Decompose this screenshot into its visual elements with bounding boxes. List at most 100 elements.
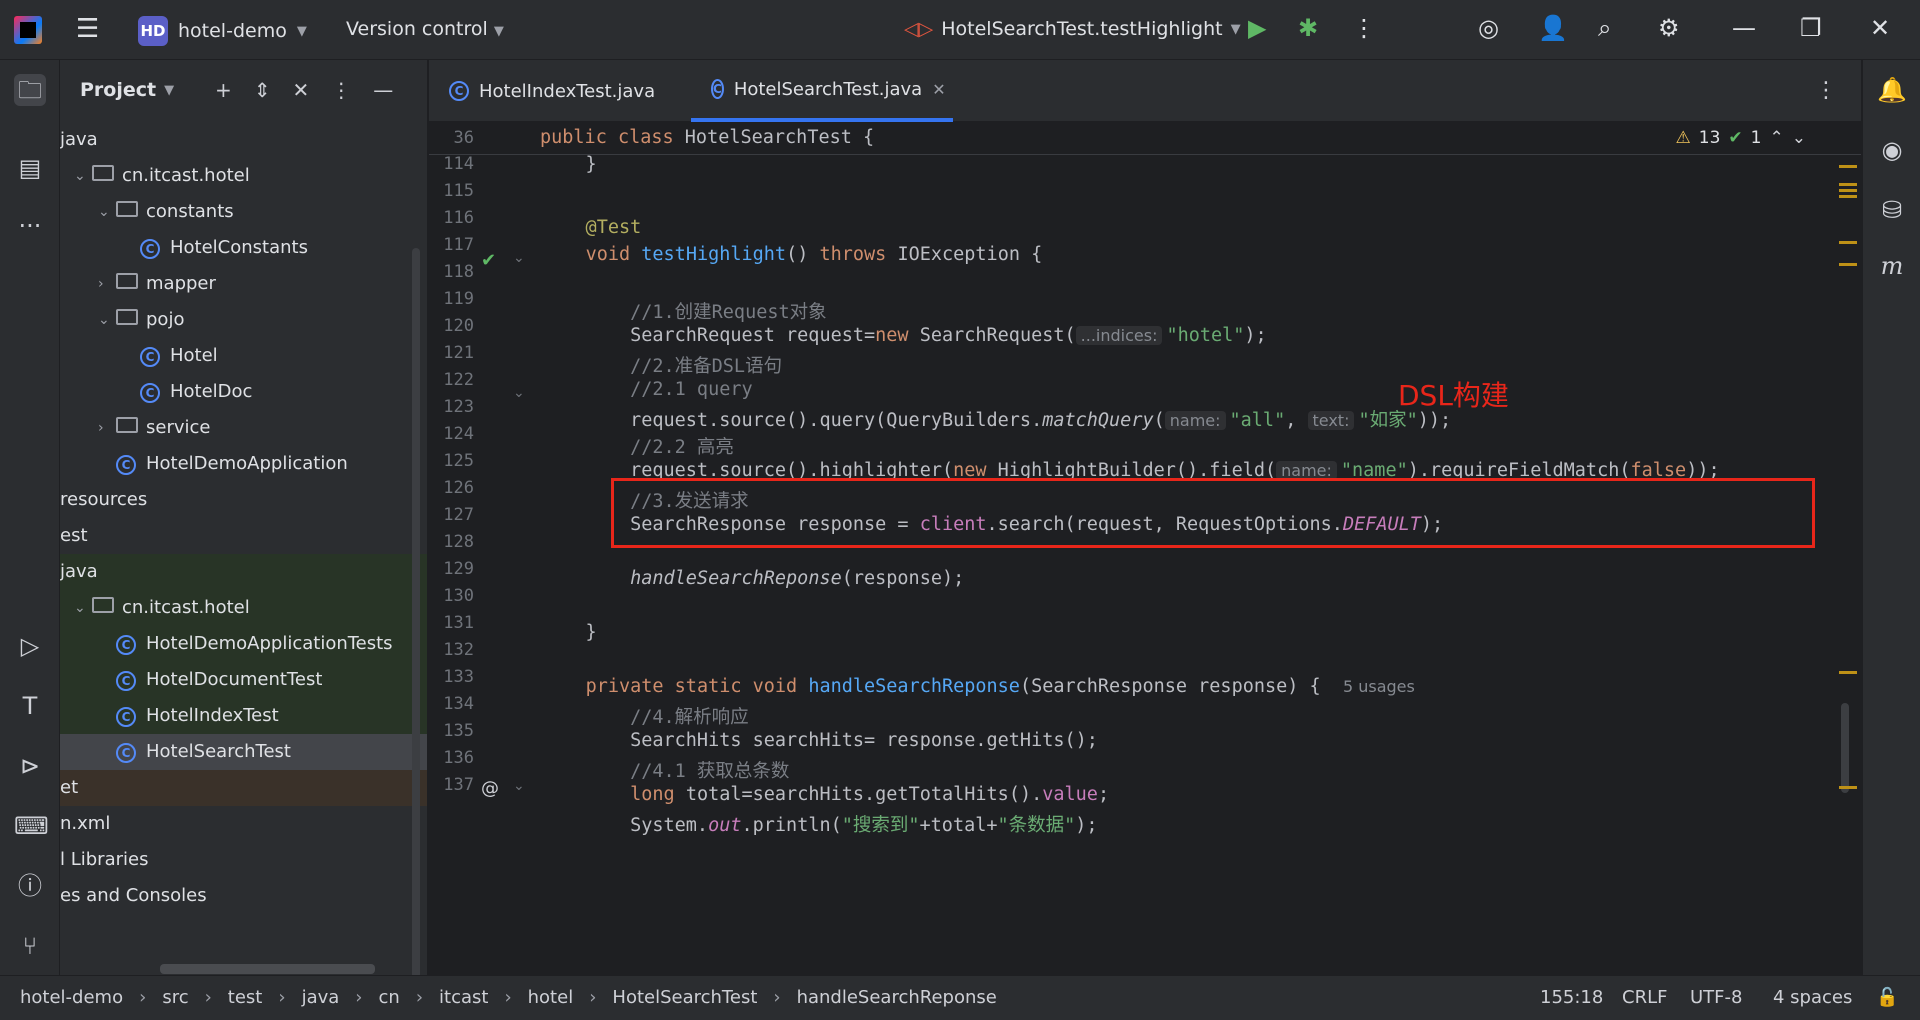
warning-marker[interactable] xyxy=(1839,165,1857,168)
tree-item[interactable]: ⌄ pojo xyxy=(60,302,427,338)
warning-marker[interactable] xyxy=(1839,671,1857,674)
collapse-all-icon[interactable]: ✕ xyxy=(293,78,310,102)
tree-item[interactable]: java xyxy=(60,122,427,158)
warning-marker[interactable] xyxy=(1839,786,1857,789)
tree-item[interactable]: › mapper xyxy=(60,266,427,302)
file-encoding[interactable]: UTF-8 xyxy=(1690,987,1742,1008)
tab-options-icon[interactable]: ⋮ xyxy=(1815,78,1837,103)
tree-h-scrollbar[interactable] xyxy=(160,964,375,974)
database-icon[interactable]: ⛁ xyxy=(1876,194,1908,226)
intellij-logo-icon[interactable] xyxy=(14,16,42,44)
breadcrumb-item[interactable]: hotel-demo xyxy=(20,987,123,1008)
fold-icon[interactable]: ⌄ xyxy=(513,250,525,266)
breadcrumb-item[interactable]: test xyxy=(228,987,263,1008)
chevron-up-icon[interactable]: ⌃ xyxy=(1770,128,1784,148)
chevron-right-icon[interactable]: › xyxy=(98,410,104,446)
chevron-down-icon[interactable]: ▼ xyxy=(164,83,174,98)
more-actions-icon[interactable]: ⋮ xyxy=(1352,14,1376,46)
run-icon[interactable]: ▶ xyxy=(1248,14,1266,46)
usages-hint[interactable]: 5 usages xyxy=(1343,677,1415,696)
project-folder-icon[interactable]: 🗀 xyxy=(14,74,46,106)
tree-item[interactable]: C HotelDemoApplicationTests xyxy=(60,626,427,662)
tree-item[interactable]: et xyxy=(60,770,427,806)
chevron-down-icon[interactable]: ⌄ xyxy=(98,302,110,338)
close-tab-icon[interactable]: ✕ xyxy=(932,80,945,99)
hide-panel-icon[interactable]: — xyxy=(373,78,393,102)
warning-marker[interactable] xyxy=(1839,183,1857,186)
tree-item[interactable]: C HotelSearchTest xyxy=(60,734,427,770)
tree-item[interactable]: C HotelDoc xyxy=(60,374,427,410)
warning-marker[interactable] xyxy=(1839,263,1857,266)
search-icon[interactable]: ⌕ xyxy=(1598,14,1611,46)
tree-item[interactable]: est xyxy=(60,518,427,554)
override-gutter-icon[interactable]: @ xyxy=(481,778,499,799)
options-icon[interactable]: ⋮ xyxy=(331,78,351,102)
editor-scrollbar[interactable] xyxy=(1841,703,1849,793)
ai-chat-icon[interactable]: ◉ xyxy=(1876,134,1908,166)
tree-item[interactable]: C HotelDemoApplication xyxy=(60,446,427,482)
breadcrumb-item[interactable]: HotelSearchTest xyxy=(612,987,757,1008)
lock-icon[interactable]: 🔓 xyxy=(1876,987,1898,1008)
structure-icon[interactable]: ▤ xyxy=(14,152,46,184)
tree-item[interactable]: resources xyxy=(60,482,427,518)
tree-item[interactable]: C HotelIndexTest xyxy=(60,698,427,734)
tree-item[interactable]: l Libraries xyxy=(60,842,427,878)
more-tools-icon[interactable]: ··· xyxy=(14,210,46,242)
git-branch-icon[interactable]: ⑂ xyxy=(14,930,46,962)
tab-hotel-index-test[interactable]: C HotelIndexTest.java xyxy=(429,60,691,122)
tree-item[interactable]: ⌄ constants xyxy=(60,194,427,230)
project-panel-title[interactable]: Project xyxy=(80,79,156,101)
breadcrumb-item[interactable]: handleSearchReponse xyxy=(797,987,997,1008)
restore-icon[interactable]: ❐ xyxy=(1800,14,1822,46)
tree-scrollbar[interactable] xyxy=(412,248,420,975)
code-editor[interactable]: 36 public class HotelSearchTest { ⚠ 13 ✔ 1… xyxy=(429,123,1861,975)
debug-icon[interactable]: ✱ xyxy=(1298,14,1318,46)
close-icon[interactable]: ✕ xyxy=(1870,14,1890,46)
tree-item[interactable]: es and Consoles xyxy=(60,878,427,914)
breadcrumb-item[interactable]: src xyxy=(162,987,188,1008)
terminal-icon[interactable]: ⌨ xyxy=(14,810,49,842)
tab-hotel-search-test[interactable]: C HotelSearchTest.java ✕ xyxy=(691,60,953,122)
tree-item[interactable]: java xyxy=(60,554,427,590)
indent-setting[interactable]: 4 spaces xyxy=(1773,987,1852,1008)
fold-icon[interactable]: ⌄ xyxy=(513,778,525,794)
notifications-bell-icon[interactable]: 🔔 xyxy=(1876,74,1908,106)
inspection-widget[interactable]: ⚠ 13 ✔ 1 ⌃ ⌄ xyxy=(1676,128,1806,148)
breadcrumb-item[interactable]: java xyxy=(302,987,340,1008)
run-test-gutter-icon[interactable]: ✔ xyxy=(481,250,496,271)
breadcrumb-item[interactable]: itcast xyxy=(439,987,488,1008)
run-config-selector[interactable]: ◁▷ HotelSearchTest.testHighlight ▼ xyxy=(904,18,1241,40)
ai-assistant-icon[interactable]: ◎ xyxy=(1478,14,1499,46)
warning-marker[interactable] xyxy=(1839,189,1857,192)
minimize-icon[interactable]: — xyxy=(1732,14,1756,46)
add-icon[interactable]: + xyxy=(215,78,232,102)
project-switcher[interactable]: HD hotel-demo ▼ xyxy=(138,16,307,46)
settings-gear-icon[interactable]: ⚙ xyxy=(1658,14,1680,46)
tree-item[interactable]: › service xyxy=(60,410,427,446)
chevron-right-icon[interactable]: › xyxy=(98,266,104,302)
tree-item[interactable]: ⌄ cn.itcast.hotel xyxy=(60,158,427,194)
main-menu-icon[interactable]: ☰ xyxy=(76,16,100,42)
chevron-down-icon[interactable]: ⌄ xyxy=(74,590,86,626)
tree-item[interactable]: ⌄ cn.itcast.hotel xyxy=(60,590,427,626)
add-user-icon[interactable]: 👤 xyxy=(1538,14,1568,46)
fold-icon[interactable]: ⌄ xyxy=(513,385,525,401)
warning-marker[interactable] xyxy=(1839,241,1857,244)
tree-item[interactable]: n.xml xyxy=(60,806,427,842)
breadcrumb-item[interactable]: hotel xyxy=(528,987,574,1008)
maven-icon[interactable]: m xyxy=(1876,250,1908,282)
expand-all-icon[interactable]: ⇕ xyxy=(254,78,271,102)
chevron-down-icon[interactable]: ⌄ xyxy=(1792,128,1806,148)
chevron-down-icon[interactable]: ⌄ xyxy=(74,158,86,194)
run-tool-icon[interactable]: ▷ xyxy=(14,630,46,662)
build-hammer-icon[interactable]: T xyxy=(14,690,46,722)
tree-item[interactable]: C HotelConstants xyxy=(60,230,427,266)
services-icon[interactable]: ⊳ xyxy=(14,750,46,782)
caret-position[interactable]: 155:18 xyxy=(1540,987,1603,1008)
tree-item[interactable]: C Hotel xyxy=(60,338,427,374)
breadcrumb-item[interactable]: cn xyxy=(379,987,400,1008)
version-control-menu[interactable]: Version control ▼ xyxy=(346,18,504,40)
tree-item[interactable]: C HotelDocumentTest xyxy=(60,662,427,698)
line-separator[interactable]: CRLF xyxy=(1622,987,1667,1008)
chevron-down-icon[interactable]: ⌄ xyxy=(98,194,110,230)
